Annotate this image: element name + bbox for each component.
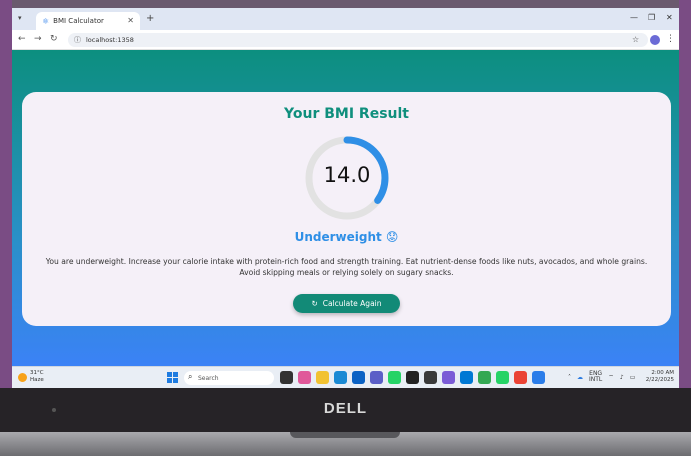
url-input[interactable]: ⓘ localhost:1358: [68, 33, 648, 47]
outlook-icon[interactable]: [352, 371, 365, 384]
file-explorer-icon[interactable]: [316, 371, 329, 384]
url-text: localhost:1358: [86, 36, 134, 44]
minimize-icon[interactable]: —: [630, 13, 638, 22]
teams-icon[interactable]: [442, 371, 455, 384]
weather-desc: Haze: [30, 377, 44, 383]
weather-sun-icon: [18, 372, 27, 382]
bmi-category: Underweight 😟: [294, 230, 399, 244]
clock-time: 2:00 AM: [651, 370, 674, 376]
tab-close-icon[interactable]: ✕: [127, 16, 134, 25]
system-tray: ˄ ☁ ENG INTL ⌔ ♪ ▭: [568, 371, 635, 383]
page-background: Your BMI Result 14.0 Underweight 😟 You a…: [12, 50, 679, 366]
tray-chevron-icon[interactable]: ˄: [568, 374, 571, 381]
screen: ▾ ⚛ BMI Calculator ✕ + — ❐ ✕ ← → ↻ ⓘ loc…: [12, 8, 679, 388]
bezel-right: [679, 0, 691, 390]
whatsapp-alt-icon[interactable]: [496, 371, 509, 384]
vscode-icon[interactable]: [460, 371, 473, 384]
app-icon[interactable]: [424, 371, 437, 384]
chrome-icon[interactable]: [514, 371, 527, 384]
taskbar-clock[interactable]: 2:00 AM 2/22/2025: [636, 370, 674, 384]
refresh-icon: ↻: [311, 299, 318, 308]
maximize-icon[interactable]: ❐: [648, 13, 655, 22]
bezel-top: [0, 0, 691, 8]
task-view-icon[interactable]: [280, 371, 293, 384]
reload-icon[interactable]: ↻: [50, 34, 58, 44]
search-icon: ⌕: [188, 372, 193, 381]
paint-icon[interactable]: [532, 371, 545, 384]
dell-logo: DELL: [323, 400, 368, 417]
window-close-icon[interactable]: ✕: [666, 13, 673, 22]
laptop-frame: ▾ ⚛ BMI Calculator ✕ + — ❐ ✕ ← → ↻ ⓘ loc…: [0, 0, 691, 456]
new-tab-button[interactable]: +: [146, 13, 154, 24]
bmi-result-card: Your BMI Result 14.0 Underweight 😟 You a…: [22, 92, 671, 326]
bookmark-star-icon[interactable]: ☆: [632, 35, 639, 44]
terminal-icon[interactable]: [406, 371, 419, 384]
calculate-again-button[interactable]: ↻ Calculate Again: [293, 294, 400, 313]
weather-widget[interactable]: 31°C Haze: [18, 370, 44, 384]
weather-temp: 31°C: [30, 370, 44, 376]
bmi-value: 14.0: [323, 163, 371, 187]
bezel-left: [0, 0, 12, 390]
volume-icon[interactable]: ♪: [620, 374, 624, 381]
calculate-again-label: Calculate Again: [322, 299, 382, 308]
tab-search-icon[interactable]: ▾: [18, 14, 22, 22]
store-icon[interactable]: [370, 371, 383, 384]
forward-icon[interactable]: →: [34, 34, 42, 44]
menu-kebab-icon[interactable]: ⋮: [666, 34, 675, 44]
tab-title: BMI Calculator: [53, 17, 104, 25]
chrome-alt-icon[interactable]: [478, 371, 491, 384]
favicon-icon: ⚛: [42, 16, 50, 26]
whatsapp-icon[interactable]: [388, 371, 401, 384]
laptop-base: [0, 432, 691, 456]
language-indicator[interactable]: ENG INTL: [589, 371, 602, 383]
tab-bmi-calculator[interactable]: ⚛ BMI Calculator ✕: [36, 12, 140, 30]
lang-bottom: INTL: [589, 376, 603, 383]
profile-avatar[interactable]: [650, 35, 660, 45]
taskbar-pinned-apps: [280, 371, 545, 384]
laptop-notch: [290, 432, 400, 438]
taskbar-search-input[interactable]: ⌕ Search: [184, 371, 274, 385]
onedrive-icon[interactable]: ☁: [577, 374, 583, 381]
edge-icon[interactable]: [334, 371, 347, 384]
laptop-chin: DELL: [0, 388, 691, 432]
battery-icon[interactable]: ▭: [630, 374, 636, 381]
start-windows-icon[interactable]: [167, 372, 178, 383]
windows-taskbar: 31°C Haze ⌕ Search ˄ ☁ ENG INTL ⌔ ♪ ▭ 2:…: [12, 366, 679, 388]
address-bar: ← → ↻ ⓘ localhost:1358 ☆ ⋮: [12, 30, 679, 50]
site-info-icon[interactable]: ⓘ: [74, 35, 81, 45]
clock-date: 2/22/2025: [645, 377, 674, 383]
wifi-icon[interactable]: ⌔: [608, 373, 614, 381]
back-icon[interactable]: ←: [18, 34, 26, 44]
browser-tabbar: ▾ ⚛ BMI Calculator ✕ + — ❐ ✕: [12, 8, 679, 30]
copilot-icon[interactable]: [298, 371, 311, 384]
result-title: Your BMI Result: [284, 106, 409, 122]
taskbar-search-placeholder: Search: [198, 374, 219, 382]
bmi-advice: You are underweight. Increase your calor…: [45, 257, 648, 277]
